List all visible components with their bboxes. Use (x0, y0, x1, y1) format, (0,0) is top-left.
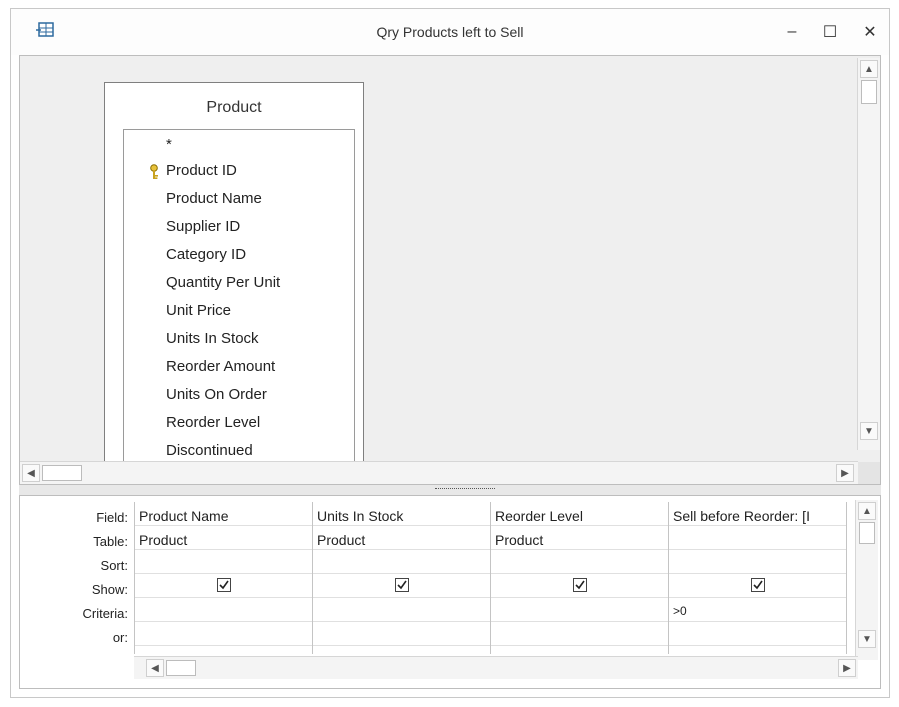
field-reorder-level[interactable]: Reorder Level (166, 414, 260, 431)
grid-column: Product Name Product (135, 502, 313, 654)
scroll-down-icon[interactable]: ▼ (860, 422, 878, 440)
criteria-cell[interactable] (491, 598, 668, 622)
sort-cell[interactable] (491, 550, 668, 574)
row-label-or: or: (112, 630, 128, 645)
row-label-sort: Sort: (100, 558, 128, 573)
field-units-on-order[interactable]: Units On Order (166, 386, 267, 403)
field-quantity-per-unit[interactable]: Quantity Per Unit (166, 274, 280, 291)
field-discontinued[interactable]: Discontinued (166, 442, 253, 459)
scroll-right-icon[interactable]: ▶ (838, 659, 856, 677)
grid-column: Units In Stock Product (313, 502, 491, 654)
scroll-left-icon[interactable]: ◀ (22, 464, 40, 482)
sort-cell[interactable] (135, 550, 312, 574)
minimize-button[interactable]: – (775, 17, 809, 47)
or-cell[interactable] (669, 622, 846, 646)
or-cell[interactable] (313, 622, 490, 646)
show-checkbox[interactable] (573, 578, 587, 592)
show-cell (669, 574, 846, 598)
table-cell[interactable]: Product (313, 526, 490, 550)
row-label-criteria: Criteria: (82, 606, 128, 621)
table-cell[interactable]: Product (135, 526, 312, 550)
maximize-button[interactable]: ☐ (813, 17, 847, 47)
key-icon (150, 164, 158, 179)
grid-column: Sell before Reorder: [I >0 (669, 502, 847, 654)
grid-column: Reorder Level Product (491, 502, 669, 654)
table-cell[interactable]: Product (491, 526, 668, 550)
design-grid: Field: Table: Sort: Show: Criteria: or: … (19, 495, 881, 689)
criteria-cell[interactable]: >0 (669, 598, 846, 622)
scrollbar-corner (858, 462, 880, 484)
field-supplier-id[interactable]: Supplier ID (166, 218, 240, 235)
grid-horizontal-scrollbar[interactable]: ◀ ▶ (134, 656, 858, 679)
field-product-id[interactable]: Product ID (166, 162, 237, 179)
scroll-right-icon[interactable]: ▶ (836, 464, 854, 482)
close-button[interactable]: ✕ (853, 17, 887, 47)
scroll-left-icon[interactable]: ◀ (146, 659, 164, 677)
pane-splitter[interactable] (19, 485, 881, 495)
or-cell[interactable] (135, 622, 312, 646)
criteria-cell[interactable] (135, 598, 312, 622)
show-cell (491, 574, 668, 598)
scroll-thumb[interactable] (861, 80, 877, 104)
field-product-name[interactable]: Product Name (166, 190, 262, 207)
table-cell[interactable] (669, 526, 846, 550)
row-label-field: Field: (96, 510, 128, 525)
field-all[interactable]: * (166, 136, 172, 153)
sort-cell[interactable] (669, 550, 846, 574)
table-name: Product (206, 99, 262, 116)
show-cell (313, 574, 490, 598)
scroll-thumb[interactable] (859, 522, 875, 544)
field-cell[interactable]: Reorder Level (491, 502, 668, 526)
scroll-up-icon[interactable]: ▲ (860, 60, 878, 78)
title-bar: Qry Products left to Sell – ☐ ✕ (11, 9, 889, 55)
field-unit-price[interactable]: Unit Price (166, 302, 231, 319)
scroll-up-icon[interactable]: ▲ (858, 502, 876, 520)
query-designer-pane: Product * Product ID Product Name Suppli… (19, 55, 881, 485)
row-label-show: Show: (91, 582, 128, 597)
scroll-thumb[interactable] (166, 660, 196, 676)
splitter-grip[interactable] (435, 488, 495, 491)
field-cell[interactable]: Units In Stock (313, 502, 490, 526)
designer-vertical-scrollbar[interactable]: ▲ ▼ (857, 58, 880, 450)
field-units-in-stock[interactable]: Units In Stock (166, 330, 259, 347)
show-checkbox[interactable] (217, 578, 231, 592)
show-checkbox[interactable] (395, 578, 409, 592)
field-reorder-amount[interactable]: Reorder Amount (166, 358, 275, 375)
field-cell[interactable]: Product Name (135, 502, 312, 526)
field-list: * Product ID Product Name Supplier ID Ca… (123, 129, 355, 474)
row-label-table: Table: (93, 534, 128, 549)
query-window: Qry Products left to Sell – ☐ ✕ Product … (10, 8, 890, 698)
scroll-down-icon[interactable]: ▼ (858, 630, 876, 648)
show-checkbox[interactable] (751, 578, 765, 592)
product-table-box[interactable]: Product * Product ID Product Name Suppli… (104, 82, 364, 474)
designer-horizontal-scrollbar[interactable]: ◀ ▶ (20, 461, 858, 484)
qbe-grid: Product Name Product Units In Stock Prod… (134, 502, 860, 654)
criteria-cell[interactable] (313, 598, 490, 622)
scroll-thumb[interactable] (42, 465, 82, 481)
or-cell[interactable] (491, 622, 668, 646)
field-cell[interactable]: Sell before Reorder: [I (669, 502, 846, 526)
field-category-id[interactable]: Category ID (166, 246, 246, 263)
window-title: Qry Products left to Sell (376, 24, 524, 40)
sort-cell[interactable] (313, 550, 490, 574)
grid-vertical-scrollbar[interactable]: ▲ ▼ (855, 500, 878, 660)
show-cell (135, 574, 312, 598)
